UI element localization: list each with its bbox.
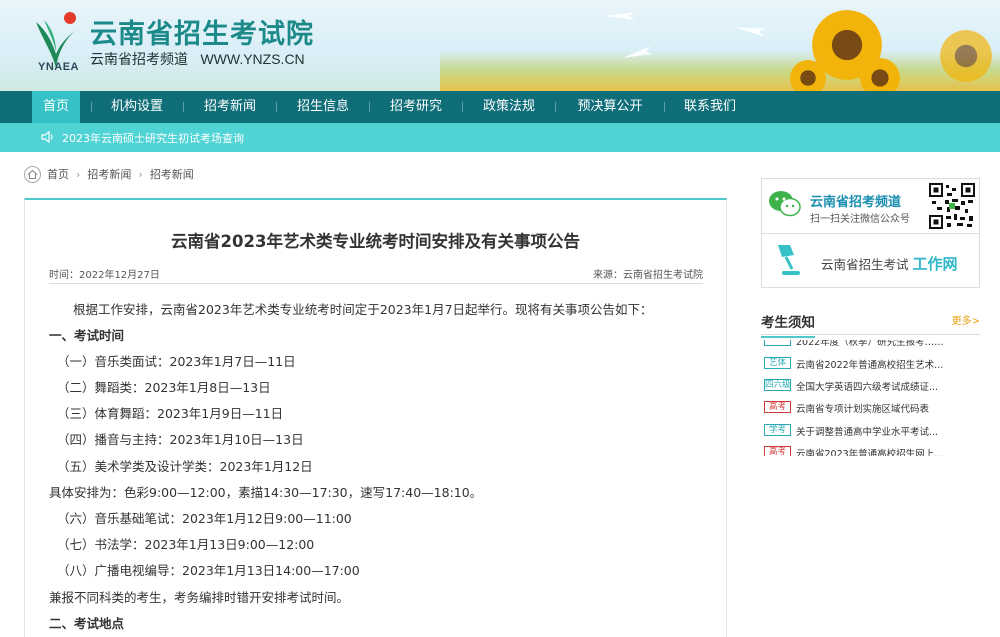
chevron-right-icon: › [76, 167, 81, 181]
article-paragraph: （五）美术学类及设计学类：2023年1月12日 [57, 459, 313, 474]
nav-divider [91, 102, 92, 112]
article-paragraph: 具体安排为：色彩9:00—12:00，素描14:30—17:30，速写17:40… [49, 485, 483, 500]
article-paragraph: （八）广播电视编导：2023年1月13日14:00—17:00 [57, 563, 360, 578]
work-site-big-label: 工作网 [912, 255, 958, 273]
work-site-link[interactable]: 云南省招生考试 工作网 [821, 253, 958, 274]
category-tag: 高考 [764, 401, 791, 413]
article-panel: 云南省2023年艺术类专业统考时间安排及有关事项公告 时间：2022年12月27… [24, 198, 727, 637]
nav-item-research[interactable]: 招考研究 [382, 91, 450, 123]
notice-list-item[interactable]: 四六级 全国大学英语四六级考试成绩证... [764, 379, 980, 393]
category-tag: 四六级 [764, 379, 791, 391]
work-site-label: 云南省招生考试 [821, 257, 909, 272]
notice-list-item-text: 云南省2022年普通高校招生艺术... [796, 360, 944, 371]
wechat-icon[interactable] [768, 189, 802, 219]
site-url: WWW.YNZS.CN [200, 51, 305, 67]
sunflower-icon [860, 58, 900, 91]
article-paragraph: （二）舞蹈类：2023年1月8日—13日 [57, 380, 271, 395]
chevron-right-icon: › [138, 167, 143, 181]
nav-divider [462, 102, 463, 112]
article-section-heading: 二、考试地点 [49, 616, 125, 631]
category-tag: 艺体 [764, 357, 791, 369]
nav-divider [183, 102, 184, 112]
nav-item-home[interactable]: 首页 [32, 91, 80, 123]
qr-code-icon [929, 183, 975, 229]
notice-section-header: 考生须知 更多> [761, 309, 980, 338]
notice-list-item-text: 2022年度（秋季）研究生报考…… [796, 340, 944, 348]
nav-divider [276, 102, 277, 112]
nav-divider [555, 102, 556, 112]
breadcrumb: 首页 › 招考新闻 › 招考新闻 [24, 164, 194, 184]
notice-list-item-text: 全国大学英语四六级考试成绩证... [796, 382, 939, 393]
wechat-promo-box: 云南省招考频道 扫一扫关注微信公众号 云南省招生考试 工作网 [761, 178, 980, 288]
category-tag [764, 340, 791, 346]
article-paragraph: （四）播音与主持：2023年1月10日—13日 [57, 432, 304, 447]
wechat-subtitle: 扫一扫关注微信公众号 [810, 214, 910, 225]
home-icon[interactable] [24, 165, 41, 183]
notice-list-item-text: 云南省2023年普通高校招生网上... [796, 449, 944, 456]
article-date: 时间：2022年12月27日 [49, 270, 160, 281]
sunflower-icon [940, 30, 992, 82]
article-paragraph: （一）音乐类面试：2023年1月7日—11日 [57, 354, 296, 369]
article-paragraph: （七）书法学：2023年1月13日9:00—12:00 [57, 537, 315, 552]
notice-list-item-text: 云南省专项计划实施区域代码表 [796, 404, 930, 415]
sunflower-field-decoration [440, 51, 1000, 91]
article-paragraph: 兼报不同科类的考生，考务编排时错开安排考试时间。 [49, 590, 350, 605]
article-meta: 时间：2022年12月27日 来源：云南省招生考试院 [49, 266, 703, 284]
site-header: YNAEA 云南省招生考试院 云南省招考频道 WWW.YNZS.CN [0, 0, 1000, 91]
speaker-icon [41, 130, 53, 144]
article-paragraph: （六）音乐基础笔试：2023年1月12日9:00—11:00 [57, 511, 352, 526]
logo-text: YNAEA [38, 61, 80, 73]
site-title[interactable]: 云南省招生考试院 [90, 12, 314, 51]
article-title: 云南省2023年艺术类专业统考时间安排及有关事项公告 [171, 232, 580, 251]
category-tag: 学考 [764, 424, 791, 436]
notice-list-item[interactable]: 学考 关于调整普通高中学业水平考试... [764, 424, 980, 438]
article-paragraph: 根据工作安排，云南省2023年艺术类专业统考时间定于2023年1月7日起举行。现… [73, 302, 653, 317]
wechat-title: 云南省招考频道 [810, 195, 902, 210]
nav-item-contact[interactable]: 联系我们 [676, 91, 744, 123]
notice-list-item[interactable]: 高考 云南省2023年普通高校招生网上... [764, 446, 980, 456]
notice-list-item[interactable]: 2022年度（秋季）研究生报考…… [764, 340, 980, 348]
category-tag: 高考 [764, 446, 791, 456]
breadcrumb-news[interactable]: 招考新闻 [87, 166, 131, 182]
divider [762, 233, 979, 234]
article-section-heading: 一、考试时间 [49, 328, 125, 343]
nav-item-admissions[interactable]: 招生信息 [289, 91, 357, 123]
notice-bar: 2023年云南硕士研究生初试考场查询 [0, 123, 1000, 152]
article-source: 来源：云南省招生考试院 [593, 270, 703, 281]
sunflower-icon [790, 60, 826, 91]
breadcrumb-home[interactable]: 首页 [47, 166, 69, 182]
site-subtitle: 云南省招考频道 WWW.YNZS.CN [90, 49, 305, 69]
breadcrumb-current[interactable]: 招考新闻 [150, 166, 194, 182]
more-link[interactable]: 更多> [952, 312, 980, 327]
article-paragraph: （三）体育舞蹈：2023年1月9日—11日 [57, 406, 284, 421]
notice-list-item[interactable]: 艺体 云南省2022年普通高校招生艺术... [764, 357, 980, 371]
nav-item-news[interactable]: 招考新闻 [196, 91, 264, 123]
nav-divider [664, 102, 665, 112]
notice-list-item[interactable]: 高考 云南省专项计划实施区域代码表 [764, 401, 980, 415]
lamp-icon [778, 245, 800, 275]
nav-divider [369, 102, 370, 112]
notice-list-item-text: 关于调整普通高中学业水平考试... [796, 427, 939, 438]
nav-item-policy[interactable]: 政策法规 [475, 91, 543, 123]
site-subtitle-text: 云南省招考频道 [90, 52, 188, 68]
paper-plane-icon [735, 23, 766, 36]
nav-item-organization[interactable]: 机构设置 [103, 91, 171, 123]
notice-section-title: 考生须知 [761, 311, 815, 338]
notice-list: 2022年度（秋季）研究生报考…… 艺体 云南省2022年普通高校招生艺术... 四六… [761, 340, 980, 456]
nav-item-budget[interactable]: 预决算公开 [568, 91, 652, 123]
main-nav: 首页 机构设置 招考新闻 招生信息 招考研究 政策法规 预决算公开 联系我们 [0, 91, 1000, 123]
paper-plane-icon [605, 12, 635, 20]
notice-text[interactable]: 2023年云南硕士研究生初试考场查询 [62, 130, 244, 146]
